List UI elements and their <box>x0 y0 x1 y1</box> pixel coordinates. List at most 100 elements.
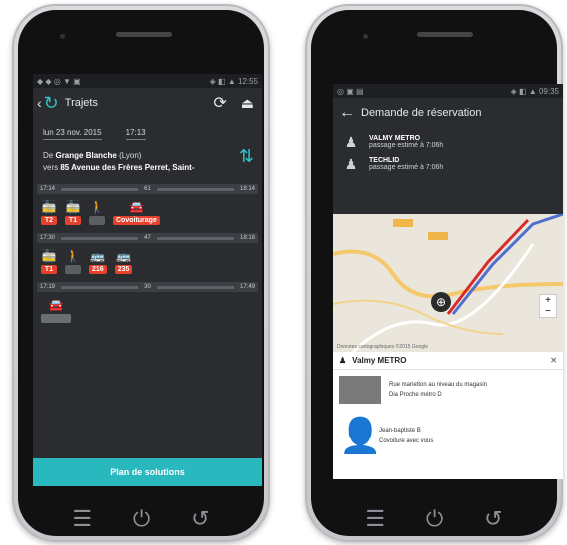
line-badge: T2 <box>41 216 57 225</box>
home-icon[interactable]: ⏏ <box>241 95 254 112</box>
notification-icons: ◆ ◆ ◎ ▼ ▣ <box>37 76 81 86</box>
bus-icon: 🚌 <box>90 249 106 263</box>
trip-duration-bar <box>156 285 234 289</box>
app-title: Trajets <box>64 97 98 109</box>
notification-icons: ◎ ▣ ▤ <box>337 86 364 96</box>
from-label: De <box>43 151 54 160</box>
driver-name: Jean-baptiste B <box>379 428 421 434</box>
driver-avatar-icon: 👤 <box>339 417 382 455</box>
line-badge: 235 <box>114 265 133 274</box>
ride-item[interactable]: ♟ TECHLID passage estimé à 7:06h <box>333 156 563 178</box>
walk-badge <box>65 265 81 274</box>
zoom-in-button[interactable]: + <box>540 295 556 306</box>
car-icon: 🚘 <box>128 200 144 214</box>
leg: 🚋 T2 <box>41 200 57 225</box>
tram-icon: 🚋 <box>41 249 57 263</box>
to-value: 85 Avenue des Frères Perret, Saint- <box>60 163 195 172</box>
trip-legs[interactable]: 🚘 <box>33 292 262 327</box>
swap-icon[interactable]: ⇅ <box>239 147 254 165</box>
trip-header[interactable]: 17:14 61 18:14 <box>37 184 258 194</box>
trip-duration: 30 <box>144 284 151 290</box>
right-screen: ◎ ▣ ▤ ◈ ◧ ▲ 09:35 ← Demande de réservati… <box>333 84 563 479</box>
signal-icons: ◈ ◧ ▲ <box>209 76 238 86</box>
trip-arrive: 17:49 <box>239 284 255 290</box>
earpiece-speaker <box>417 32 473 37</box>
front-camera <box>60 34 65 39</box>
pickup-card: ♟ Valmy METRO ✕ Rue marietton au niveau … <box>333 352 563 479</box>
date-field[interactable]: lun 23 nov. 2015 <box>43 128 102 140</box>
back-key-icon[interactable]: ↺ <box>484 506 502 532</box>
car-icon: 🚘 <box>48 298 64 312</box>
tram-icon: 🚋 <box>65 200 81 214</box>
route-summary[interactable]: De Grange Blanche (Lyon) vers 85 Avenue … <box>33 144 262 180</box>
trip-duration-bar <box>156 187 234 191</box>
zoom-out-button[interactable]: − <box>540 306 556 317</box>
leg: 🚘 Covoiturage <box>113 200 160 225</box>
app-bar: ← Demande de réservation <box>333 98 563 128</box>
trip-header[interactable]: 17:30 47 18:18 <box>37 233 258 243</box>
trip-legs[interactable]: 🚋 T1 🚶 🚌 216 🚌 235 <box>33 243 262 278</box>
trip-depart: 17:14 <box>40 186 56 192</box>
back-icon[interactable]: ‹ <box>37 95 42 111</box>
to-label: vers <box>43 163 59 172</box>
right-softkeys: ☰ ⏻ ↺ <box>345 504 523 534</box>
back-arrow-icon[interactable]: ← <box>339 104 355 122</box>
left-phone: ◆ ◆ ◎ ▼ ▣ ◈ ◧ ▲ 12:55 ‹ ↻ Trajets ⟳ ⏏ lu… <box>12 4 270 542</box>
pickup-detail-line: Rue marietton au niveau du magasin <box>389 382 488 388</box>
right-phone: ◎ ▣ ▤ ◈ ◧ ▲ 09:35 ← Demande de réservati… <box>305 4 563 542</box>
menu-key-icon[interactable]: ☰ <box>72 506 92 532</box>
zoom-controls: + − <box>539 294 557 318</box>
leg: 🚌 235 <box>114 249 133 274</box>
pickup-card-header: ♟ Valmy METRO ✕ <box>333 352 563 370</box>
ride-name: TECHLID <box>369 157 400 164</box>
line-badge: T1 <box>41 265 57 274</box>
signal-icons: ◈ ◧ ▲ <box>510 86 539 96</box>
map-pin-icon[interactable]: ⊕ <box>431 292 451 312</box>
walk-icon: 🚶 <box>65 249 81 263</box>
line-badge: T1 <box>65 216 81 225</box>
pickup-detail-line: Dia Proche métro D <box>389 392 442 398</box>
back-key-icon[interactable]: ↺ <box>191 506 209 532</box>
leg: 🚘 <box>41 298 71 323</box>
close-icon[interactable]: ✕ <box>550 356 557 365</box>
page-title: Demande de réservation <box>361 107 482 119</box>
from-extra: (Lyon) <box>119 151 142 160</box>
leg: 🚋 T1 <box>65 200 81 225</box>
pickup-name: Valmy METRO <box>352 356 407 365</box>
person-icon: ♟ <box>339 356 347 365</box>
ride-item[interactable]: ♟ VALMY METRO passage estimé à 7:06h <box>333 128 563 156</box>
left-screen: ◆ ◆ ◎ ▼ ▣ ◈ ◧ ▲ 12:55 ‹ ↻ Trajets ⟳ ⏏ lu… <box>33 74 262 486</box>
leg: 🚋 T1 <box>41 249 57 274</box>
ride-eta: passage estimé à 7:06h <box>369 164 444 171</box>
trip-duration-bar <box>156 236 234 240</box>
leg: 🚌 216 <box>89 249 107 274</box>
trip-legs[interactable]: 🚋 T2 🚋 T1 🚶 🚘 Covoiturage <box>33 194 262 229</box>
line-badge: 216 <box>89 265 107 274</box>
from-value: Grange Blanche <box>55 151 117 160</box>
power-key-icon[interactable]: ⏻ <box>426 506 443 532</box>
front-camera <box>363 34 368 39</box>
power-key-icon[interactable]: ⏻ <box>133 506 150 532</box>
left-softkeys: ☰ ⏻ ↺ <box>52 504 230 534</box>
map-canvas <box>333 214 563 352</box>
status-time: 12:55 <box>237 76 258 86</box>
trip-arrive: 18:14 <box>239 186 255 192</box>
map-view[interactable]: ⊕ + − Données cartographiques ©2015 Goog… <box>333 214 563 352</box>
earpiece-speaker <box>116 32 172 37</box>
status-time: 09:35 <box>538 86 559 96</box>
trip-duration-bar <box>61 187 139 191</box>
time-field[interactable]: 17:13 <box>125 128 146 140</box>
refresh-icon[interactable]: ⟳ <box>213 93 226 113</box>
map-attribution: Données cartographiques ©2015 Google <box>337 344 428 350</box>
trip-duration-bar <box>61 285 139 289</box>
menu-key-icon[interactable]: ☰ <box>365 506 385 532</box>
trip-header[interactable]: 17:19 30 17:49 <box>37 282 258 292</box>
trip-duration: 47 <box>144 235 151 241</box>
walk-badge <box>89 216 105 225</box>
plan-de-solutions-button[interactable]: Plan de solutions <box>33 458 262 486</box>
app-bar: ‹ ↻ Trajets ⟳ ⏏ <box>33 88 262 118</box>
bus-icon: 🚌 <box>116 249 131 263</box>
person-icon: ♟ <box>344 156 358 172</box>
trip-arrive: 18:18 <box>239 235 255 241</box>
driver-row[interactable]: 👤 Jean-baptiste B Covoiture avec vous <box>333 410 563 462</box>
